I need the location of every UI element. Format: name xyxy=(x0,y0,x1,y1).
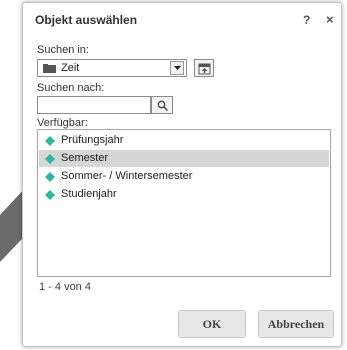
diamond-icon xyxy=(45,154,55,164)
list-item[interactable]: Studienjahr xyxy=(39,186,329,203)
cancel-button[interactable]: Abbrechen xyxy=(258,310,334,338)
list-item-label: Sommer- / Wintersemester xyxy=(61,170,193,182)
select-object-dialog: Objekt auswählen ? × Suchen in: Zeit Suc… xyxy=(22,2,342,347)
search-in-label: Suchen in: xyxy=(37,44,89,56)
available-label: Verfügbar: xyxy=(37,117,88,129)
diamond-icon xyxy=(45,190,55,200)
list-item[interactable]: Semester xyxy=(39,150,329,167)
search-in-value: Zeit xyxy=(61,62,80,74)
list-item[interactable]: Sommer- / Wintersemester xyxy=(39,168,329,185)
search-in-dropdown[interactable]: Zeit xyxy=(37,59,187,77)
folder-up-icon xyxy=(198,63,211,75)
diamond-icon xyxy=(45,172,55,182)
ok-button[interactable]: OK xyxy=(178,310,246,338)
list-item-label: Semester xyxy=(61,152,109,164)
list-item-label: Studienjahr xyxy=(61,188,117,200)
search-input[interactable] xyxy=(37,96,151,114)
help-button[interactable]: ? xyxy=(303,13,310,27)
list-item[interactable]: Prüfungsjahr xyxy=(39,132,329,149)
search-for-label: Suchen nach: xyxy=(37,82,105,94)
available-list[interactable]: Prüfungsjahr Semester Sommer- / Winterse… xyxy=(37,129,331,277)
list-item-label: Prüfungsjahr xyxy=(61,134,124,146)
chevron-down-icon xyxy=(174,66,181,70)
close-button[interactable]: × xyxy=(326,12,334,27)
diamond-icon xyxy=(45,136,55,146)
search-icon xyxy=(157,100,168,111)
dropdown-button[interactable] xyxy=(170,61,184,75)
dialog-title: Objekt auswählen xyxy=(35,13,138,27)
folder-icon xyxy=(43,64,56,73)
item-count: 1 - 4 von 4 xyxy=(39,281,91,293)
folder-up-button[interactable] xyxy=(194,59,214,77)
search-button[interactable] xyxy=(151,96,173,114)
